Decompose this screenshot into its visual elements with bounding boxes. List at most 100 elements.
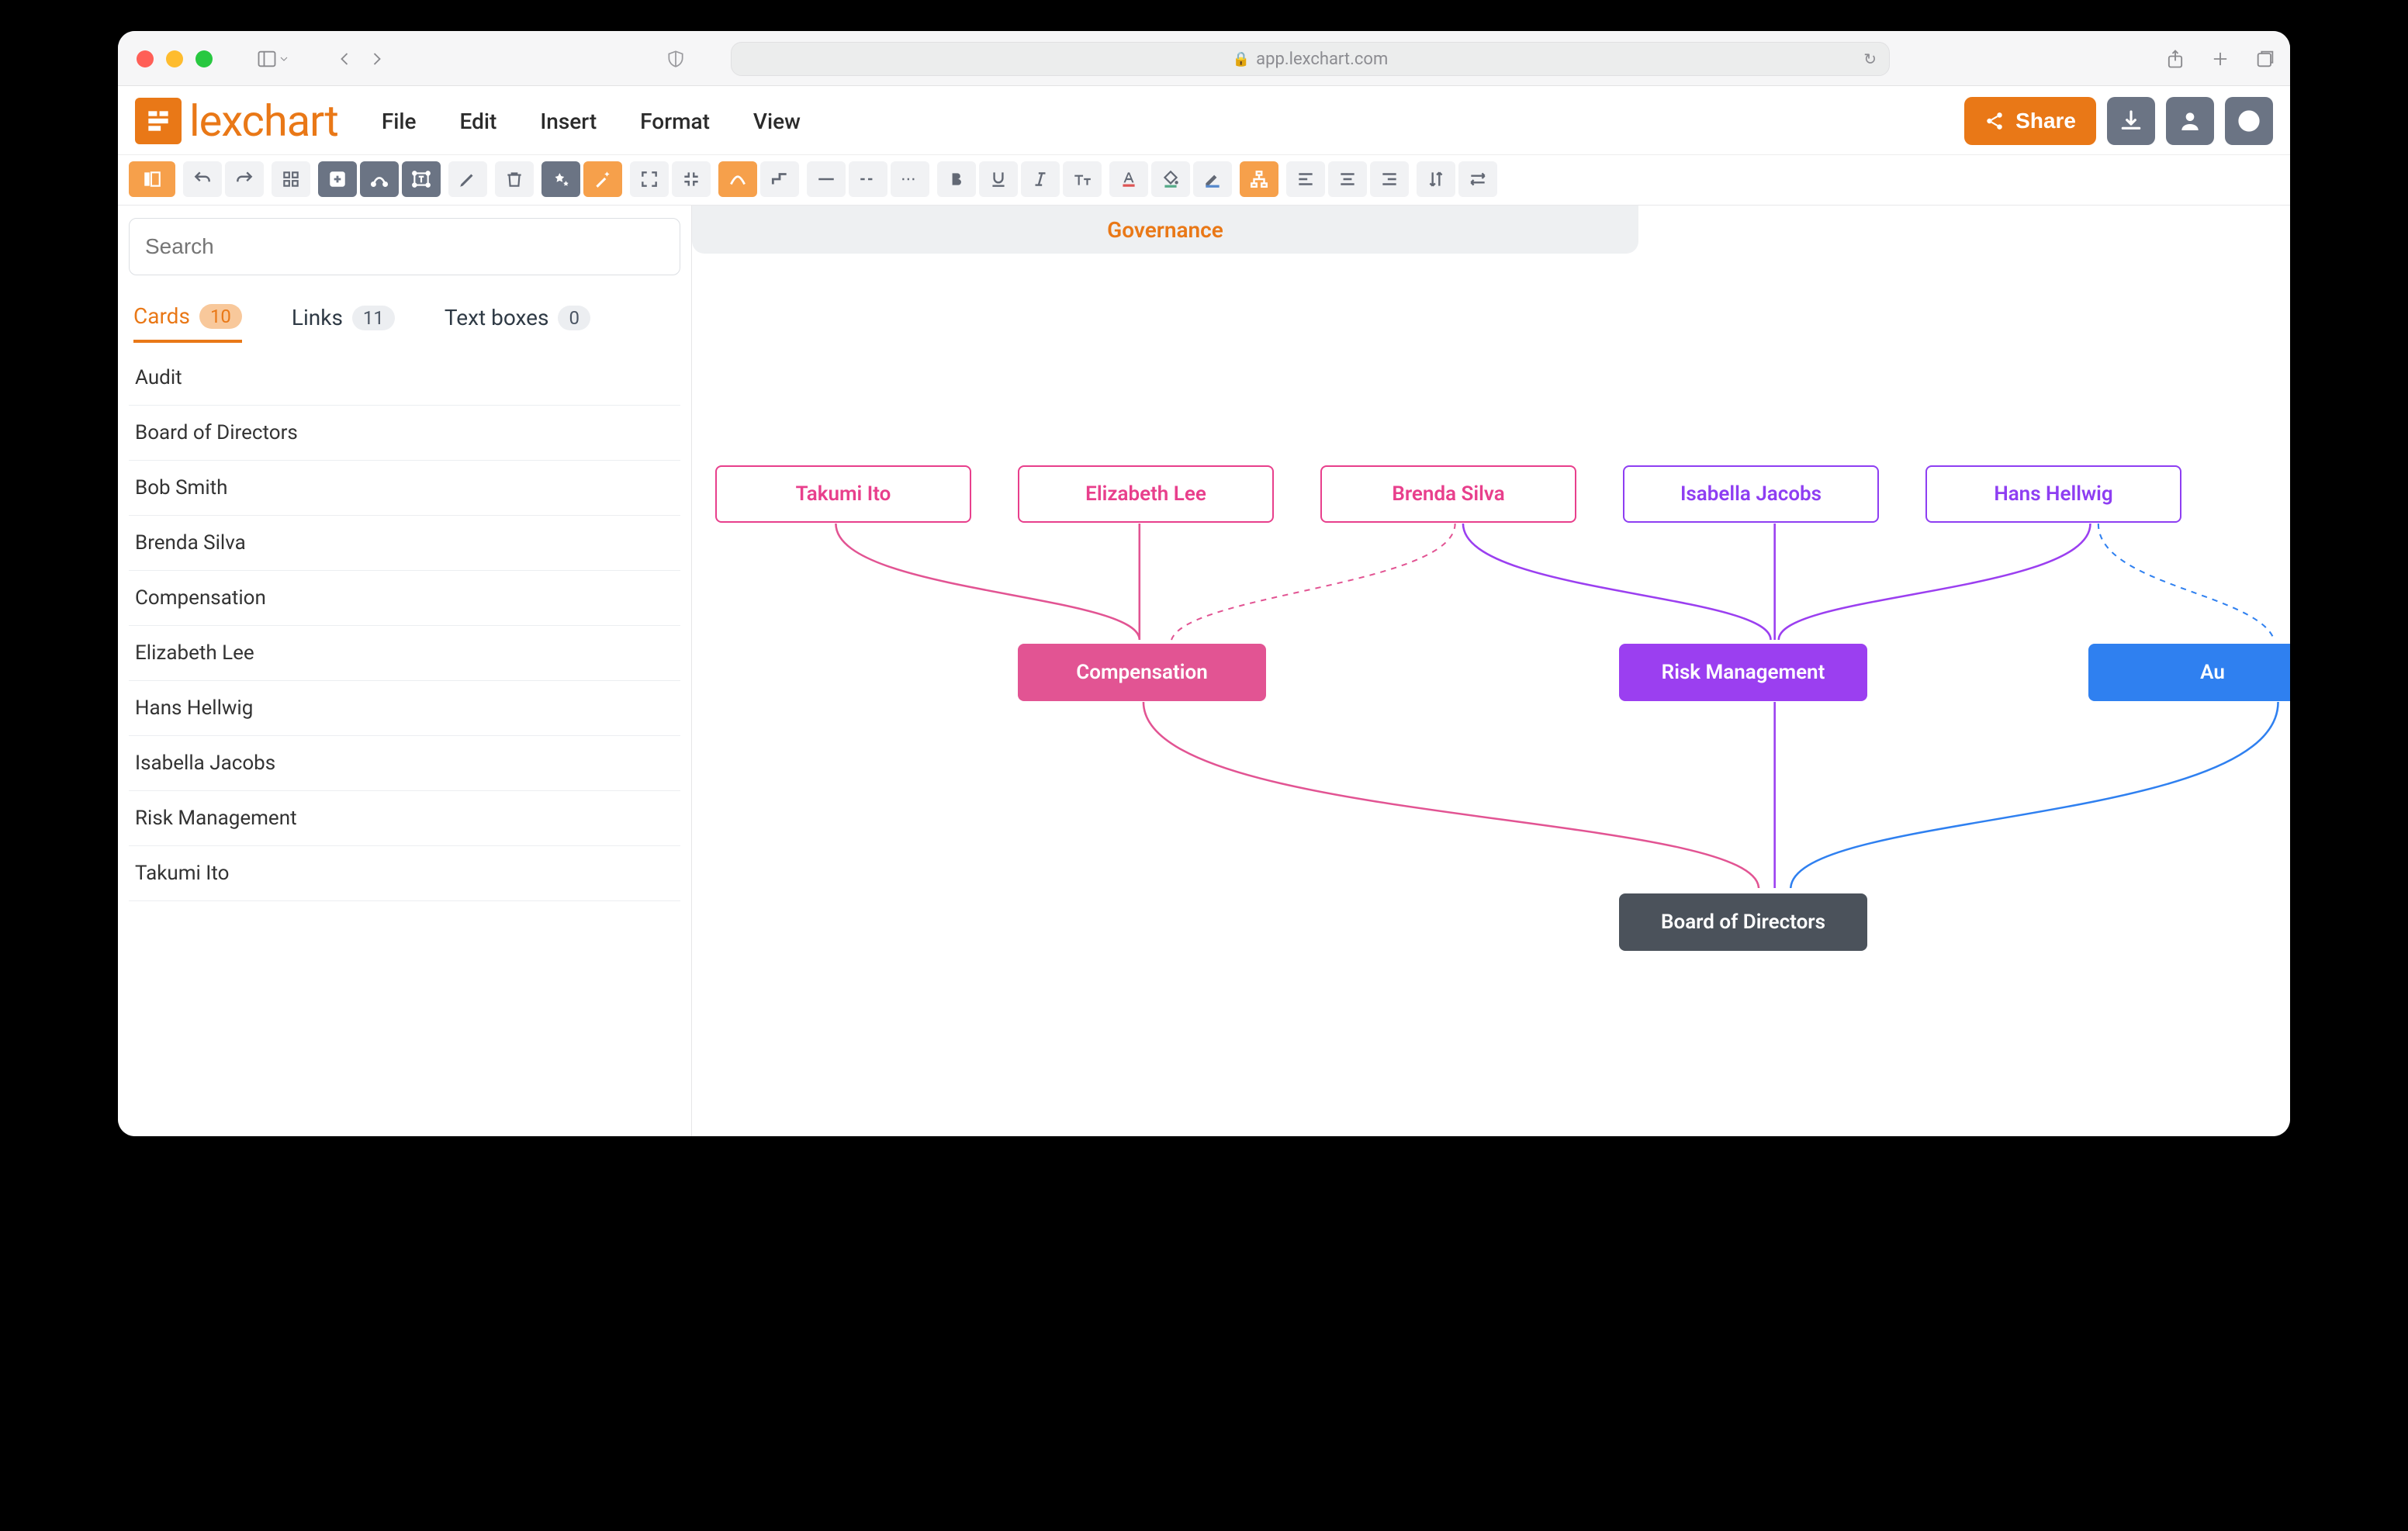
- text-size-button[interactable]: [1063, 161, 1102, 197]
- search-input[interactable]: [129, 218, 680, 275]
- sidebar-toggle-button[interactable]: [256, 48, 290, 70]
- magic-wand-button[interactable]: [583, 161, 622, 197]
- window-controls: [137, 50, 213, 67]
- line-dotted-button[interactable]: [891, 161, 929, 197]
- list-item[interactable]: Risk Management: [129, 791, 680, 846]
- add-card-button[interactable]: [318, 161, 357, 197]
- nav-back-button[interactable]: [334, 48, 355, 70]
- tab-links-count: 11: [352, 306, 395, 330]
- app-window: 🔒 app.lexchart.com ↻ lexchart File Ed: [118, 31, 2290, 1136]
- document-title-tab[interactable]: Governance: [692, 206, 1638, 254]
- align-left-button[interactable]: [1286, 161, 1325, 197]
- redo-button[interactable]: [225, 161, 264, 197]
- sort-horizontal-button[interactable]: [1458, 161, 1497, 197]
- line-dashed-button[interactable]: [849, 161, 887, 197]
- panel-toggle-button[interactable]: [129, 161, 175, 197]
- header-actions: Share: [1964, 97, 2273, 145]
- list-item[interactable]: Board of Directors: [129, 406, 680, 461]
- minimize-window-button[interactable]: [166, 50, 183, 67]
- url-text: app.lexchart.com: [1256, 50, 1388, 69]
- line-solid-button[interactable]: [807, 161, 846, 197]
- node-person-brenda[interactable]: Brenda Silva: [1320, 465, 1576, 523]
- connectors-layer: [692, 206, 2290, 1136]
- node-committee-compensation[interactable]: Compensation: [1018, 644, 1266, 701]
- tab-cards[interactable]: Cards 10: [133, 303, 242, 343]
- help-button[interactable]: [2225, 97, 2273, 145]
- node-person-isabella[interactable]: Isabella Jacobs: [1623, 465, 1879, 523]
- menu-edit[interactable]: Edit: [460, 109, 497, 134]
- font-color-button[interactable]: [1109, 161, 1148, 197]
- node-person-takumi[interactable]: Takumi Ito: [715, 465, 971, 523]
- tree-layout-button[interactable]: [1240, 161, 1278, 197]
- tabs-overview-button[interactable]: [2254, 48, 2276, 70]
- share-page-button[interactable]: [2164, 48, 2186, 70]
- fit-screen-button[interactable]: [672, 161, 711, 197]
- url-bar[interactable]: 🔒 app.lexchart.com ↻: [731, 42, 1890, 76]
- chart-canvas[interactable]: Governance Takumi Ito Elizabeth: [692, 206, 2290, 1136]
- bold-button[interactable]: [937, 161, 976, 197]
- menu-format[interactable]: Format: [640, 109, 710, 134]
- undo-button[interactable]: [183, 161, 222, 197]
- connector-elbow-button[interactable]: [760, 161, 799, 197]
- lock-icon: 🔒: [1233, 51, 1250, 67]
- list-item[interactable]: Takumi Ito: [129, 846, 680, 901]
- menu-file[interactable]: File: [382, 109, 417, 134]
- account-button[interactable]: [2166, 97, 2214, 145]
- auto-layout-button[interactable]: [541, 161, 580, 197]
- download-button[interactable]: [2107, 97, 2155, 145]
- node-committee-audit[interactable]: Au: [2088, 644, 2290, 701]
- nav-forward-button[interactable]: [366, 48, 388, 70]
- sort-vertical-button[interactable]: [1417, 161, 1455, 197]
- connector-curved-button[interactable]: [718, 161, 757, 197]
- close-window-button[interactable]: [137, 50, 154, 67]
- brand-logo[interactable]: lexchart: [135, 95, 338, 147]
- align-center-button[interactable]: [1328, 161, 1367, 197]
- list-item[interactable]: Brenda Silva: [129, 516, 680, 571]
- menu-view[interactable]: View: [753, 109, 801, 134]
- fill-color-button[interactable]: [1151, 161, 1190, 197]
- user-icon: [2178, 109, 2202, 133]
- align-right-button[interactable]: [1370, 161, 1409, 197]
- maximize-window-button[interactable]: [195, 50, 213, 67]
- brand-name: lexchart: [189, 95, 338, 147]
- refresh-button[interactable]: ↻: [1863, 50, 1877, 68]
- list-item[interactable]: Elizabeth Lee: [129, 626, 680, 681]
- list-item[interactable]: Audit: [129, 351, 680, 406]
- node-person-hans[interactable]: Hans Hellwig: [1925, 465, 2181, 523]
- help-icon: [2237, 109, 2261, 133]
- node-board[interactable]: Board of Directors: [1619, 893, 1867, 951]
- fullscreen-button[interactable]: [630, 161, 669, 197]
- share-button[interactable]: Share: [1964, 97, 2096, 145]
- add-textbox-button[interactable]: [402, 161, 441, 197]
- new-tab-button[interactable]: [2209, 48, 2231, 70]
- node-committee-risk[interactable]: Risk Management: [1619, 644, 1867, 701]
- tab-textboxes-count: 0: [558, 306, 590, 330]
- list-item[interactable]: Isabella Jacobs: [129, 736, 680, 791]
- edit-button[interactable]: [448, 161, 487, 197]
- sidebar-tabs: Cards 10 Links 11 Text boxes 0: [129, 303, 680, 343]
- underline-button[interactable]: [979, 161, 1018, 197]
- tab-cards-count: 10: [199, 304, 242, 329]
- list-item[interactable]: Bob Smith: [129, 461, 680, 516]
- list-item[interactable]: Hans Hellwig: [129, 681, 680, 736]
- italic-button[interactable]: [1021, 161, 1060, 197]
- tab-links-label: Links: [292, 305, 343, 330]
- app-header: lexchart File Edit Insert Format View Sh…: [118, 86, 2290, 155]
- app-body: Cards 10 Links 11 Text boxes 0 Audit Boa…: [118, 206, 2290, 1136]
- grid-view-button[interactable]: [272, 161, 310, 197]
- tab-textboxes[interactable]: Text boxes 0: [445, 303, 590, 343]
- browser-toolbar: 🔒 app.lexchart.com ↻: [118, 31, 2290, 86]
- tab-links[interactable]: Links 11: [292, 303, 395, 343]
- privacy-shield-icon[interactable]: [666, 49, 686, 69]
- delete-button[interactable]: [495, 161, 534, 197]
- brand-mark-icon: [135, 98, 182, 144]
- share-label: Share: [2015, 109, 2076, 133]
- document-title: Governance: [1107, 217, 1223, 243]
- list-item[interactable]: Compensation: [129, 571, 680, 626]
- menu-insert[interactable]: Insert: [540, 109, 597, 134]
- add-link-button[interactable]: [360, 161, 399, 197]
- tab-cards-label: Cards: [133, 303, 190, 329]
- card-list: Audit Board of Directors Bob Smith Brend…: [129, 351, 680, 901]
- border-color-button[interactable]: [1193, 161, 1232, 197]
- node-person-elizabeth[interactable]: Elizabeth Lee: [1018, 465, 1274, 523]
